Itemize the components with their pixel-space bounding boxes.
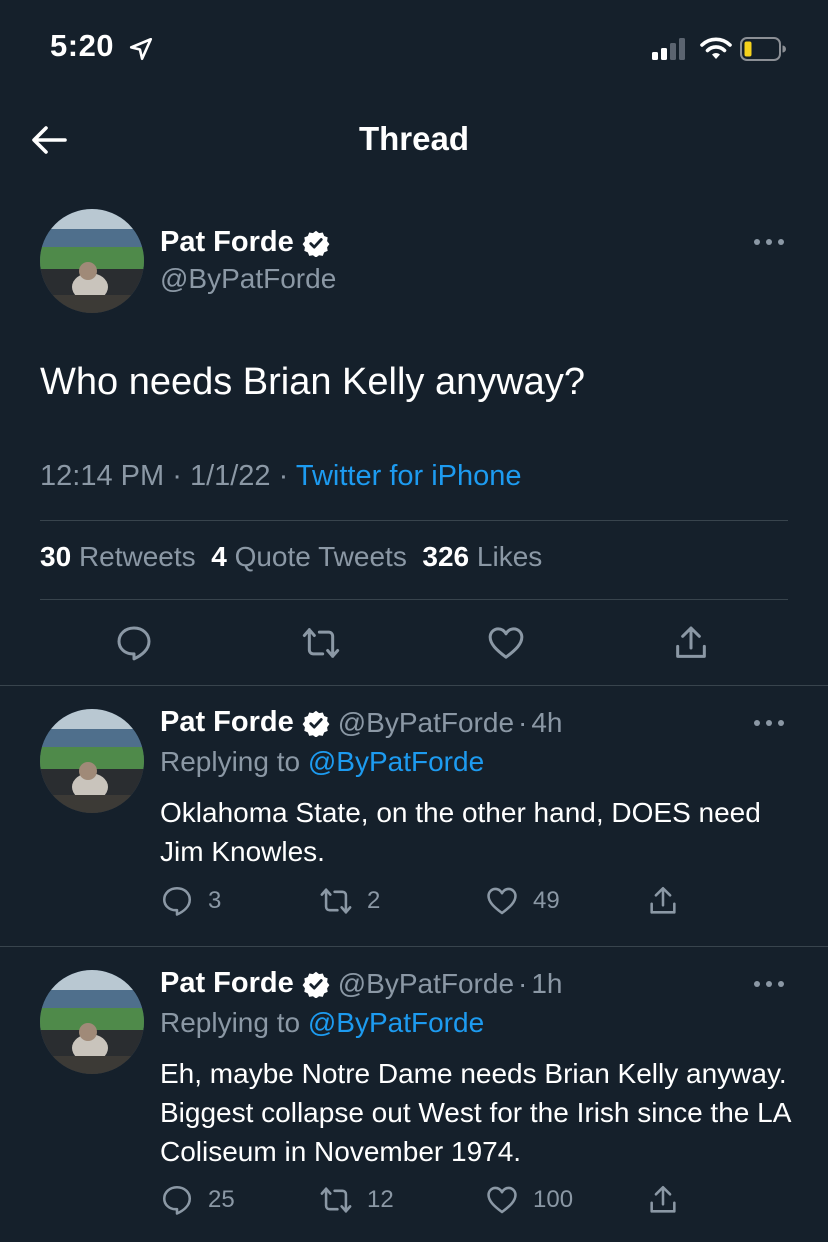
author-handle[interactable]: @ByPatForde (338, 707, 514, 739)
retweets-count: 30 (40, 541, 72, 572)
verified-badge-icon (302, 971, 330, 998)
like-icon[interactable] (486, 623, 526, 663)
author-name-text[interactable]: Pat Forde (160, 706, 294, 739)
tweet-text: Who needs Brian Kelly anyway? (40, 361, 585, 403)
divider (0, 685, 828, 686)
reply-time: 4h (531, 706, 563, 738)
divider (0, 946, 828, 947)
signal-icon (652, 38, 690, 60)
quotes-stat[interactable]: 4 Quote Tweets (211, 541, 407, 572)
reply-text: Eh, maybe Notre Dame needs Brian Kelly a… (160, 1058, 790, 1167)
like-count-button[interactable]: 49 (485, 884, 560, 918)
like-icon (487, 1186, 517, 1214)
replying-to-line: Replying to @ByPatForde (160, 746, 484, 778)
like-count-button[interactable]: 100 (485, 1183, 573, 1217)
author-handle[interactable]: @ByPatForde (338, 968, 514, 1000)
tweet-stats: 30 Retweets 4 Quote Tweets 326 Likes (40, 541, 542, 573)
likes-stat[interactable]: 326 Likes (422, 541, 542, 572)
reply-icon[interactable] (114, 623, 154, 663)
reply-text: Oklahoma State, on the other hand, DOES … (160, 797, 761, 867)
verified-badge-icon (302, 230, 330, 257)
like-count: 49 (533, 887, 560, 914)
retweet-count: 12 (367, 1186, 394, 1213)
reply-count: 3 (208, 887, 222, 914)
author-name-text[interactable]: Pat Forde (160, 967, 294, 1000)
reply-count-button[interactable]: 3 (160, 884, 221, 918)
time-separator: · (518, 706, 528, 738)
divider (40, 520, 788, 521)
share-button[interactable] (646, 1183, 694, 1217)
tweet-meta: 12:14 PM · 1/1/22 · Twitter for iPhone (40, 460, 522, 493)
reply-count: 25 (208, 1186, 235, 1213)
retweet-icon (320, 1187, 352, 1213)
page-title: Thread (358, 120, 470, 157)
reply-author-line: Pat Forde @ByPatForde · 4h (160, 706, 563, 739)
verified-badge-icon (302, 710, 330, 737)
avatar[interactable] (40, 209, 144, 313)
reply-count-button[interactable]: 25 (160, 1183, 235, 1217)
tweet-source-link[interactable]: Twitter for iPhone (296, 460, 522, 492)
retweet-count-button[interactable]: 12 (319, 1183, 394, 1217)
retweet-icon[interactable] (301, 623, 341, 663)
author-handle[interactable]: @ByPatForde (160, 263, 336, 295)
share-icon (650, 1185, 676, 1213)
likes-label: Likes (476, 541, 543, 572)
reply-icon (162, 1185, 192, 1215)
location-arrow-icon (129, 37, 153, 61)
share-icon[interactable] (671, 623, 711, 663)
quotes-count: 4 (211, 541, 227, 572)
author-name-text[interactable]: Pat Forde (160, 226, 294, 259)
retweet-icon (320, 888, 352, 914)
reply-time: 1h (531, 967, 563, 999)
quotes-label: Quote Tweets (234, 541, 407, 572)
more-options-icon[interactable] (752, 717, 786, 729)
wifi-icon (700, 37, 732, 59)
more-options-icon[interactable] (752, 978, 786, 990)
battery-icon (740, 37, 786, 61)
replying-to-link[interactable]: @ByPatForde (308, 746, 484, 777)
avatar[interactable] (40, 709, 144, 813)
replying-to-line: Replying to @ByPatForde (160, 1007, 484, 1039)
author-name[interactable]: Pat Forde (160, 226, 330, 259)
retweets-label: Retweets (78, 541, 196, 572)
more-options-icon[interactable] (752, 236, 786, 248)
like-icon (487, 887, 517, 915)
meta-separator: · (278, 460, 289, 492)
tweet-time: 12:14 PM (40, 460, 165, 492)
divider (40, 599, 788, 600)
reply-author-line: Pat Forde @ByPatForde · 1h (160, 967, 563, 1000)
share-button[interactable] (646, 884, 694, 918)
share-icon (650, 886, 676, 914)
replying-to-link[interactable]: @ByPatForde (308, 1007, 484, 1038)
avatar[interactable] (40, 970, 144, 1074)
replying-to-label: Replying to (160, 1007, 301, 1038)
status-time: 5:20 (50, 28, 115, 63)
time-separator: · (518, 967, 528, 999)
retweet-count: 2 (367, 887, 381, 914)
likes-count: 326 (422, 541, 470, 572)
like-count: 100 (533, 1186, 574, 1213)
retweet-count-button[interactable]: 2 (319, 884, 380, 918)
replying-to-label: Replying to (160, 746, 301, 777)
retweets-stat[interactable]: 30 Retweets (40, 541, 196, 572)
meta-separator: · (172, 460, 182, 492)
reply-icon (162, 886, 192, 916)
tweet-date: 1/1/22 (189, 460, 271, 492)
